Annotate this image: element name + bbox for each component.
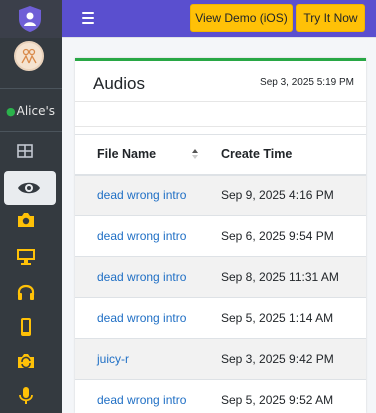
nav-view[interactable] — [4, 171, 56, 205]
try-it-now-button[interactable]: Try It Now — [296, 4, 365, 32]
create-time-cell: Sep 5, 2025 9:52 AM — [199, 379, 366, 413]
table-row[interactable]: dead wrong intro Sep 8, 2025 11:31 AM — [75, 256, 366, 298]
mobile-icon — [21, 318, 31, 336]
view-demo-button[interactable]: View Demo (iOS) — [190, 4, 293, 32]
card-timestamp: Sep 3, 2025 5:19 PM — [260, 77, 354, 88]
table-row[interactable]: juicy-r Sep 3, 2025 9:42 PM — [75, 338, 366, 380]
nav-front-camera[interactable] — [0, 345, 62, 379]
sidebar-divider — [0, 131, 62, 132]
create-time-cell: Sep 5, 2025 1:14 AM — [199, 297, 366, 339]
create-time-cell: Sep 6, 2025 9:54 PM — [199, 215, 366, 257]
camera-icon — [18, 213, 34, 227]
column-header-file-name[interactable]: File Name — [75, 134, 199, 176]
camera-rotate-icon — [18, 354, 34, 369]
nav-screen[interactable] — [0, 240, 62, 274]
column-header-label: File Name — [97, 147, 157, 162]
family-icon — [21, 48, 37, 64]
card-title: Audios — [93, 74, 145, 93]
nav-dashboard[interactable] — [0, 136, 62, 170]
device-user[interactable]: ●Alice's — [6, 104, 55, 118]
sidebar: ●Alice's — [0, 0, 62, 413]
eye-icon — [18, 182, 40, 194]
audios-card: Audios Sep 3, 2025 5:19 PM File Name Cre… — [75, 58, 366, 413]
nav-audio[interactable] — [0, 276, 62, 310]
audios-table: File Name Create Time dead wrong intro S… — [75, 134, 366, 413]
nav-microphone[interactable] — [0, 380, 62, 413]
file-name-link[interactable]: dead wrong intro — [75, 379, 199, 413]
file-name-link[interactable]: dead wrong intro — [75, 256, 199, 298]
apple-icon: ● — [6, 105, 16, 118]
table-row[interactable]: dead wrong intro Sep 5, 2025 9:52 AM — [75, 379, 366, 413]
create-time-cell: Sep 8, 2025 11:31 AM — [199, 256, 366, 298]
table-header-row: File Name Create Time — [75, 134, 366, 176]
card-divider — [75, 126, 366, 127]
microphone-icon — [19, 387, 33, 404]
headphones-icon — [17, 284, 35, 300]
device-user-name: Alice's — [16, 104, 56, 118]
sort-icon — [192, 149, 198, 159]
shield-logo-icon — [19, 6, 41, 32]
brand-logo[interactable] — [0, 0, 62, 38]
table-row[interactable]: dead wrong intro Sep 6, 2025 9:54 PM — [75, 215, 366, 257]
file-name-link[interactable]: dead wrong intro — [75, 297, 199, 339]
file-name-link[interactable]: dead wrong intro — [75, 174, 199, 216]
nav-camera[interactable] — [0, 204, 62, 238]
table-row[interactable]: dead wrong intro Sep 9, 2025 4:16 PM — [75, 174, 366, 216]
hamburger-icon[interactable] — [82, 12, 94, 24]
sidebar-divider — [0, 88, 62, 89]
column-header-label: Create Time — [221, 147, 293, 162]
file-name-link[interactable]: dead wrong intro — [75, 215, 199, 257]
dashboard-icon — [17, 144, 33, 158]
card-divider — [75, 101, 366, 102]
nav-phone[interactable] — [0, 311, 62, 345]
table-row[interactable]: dead wrong intro Sep 5, 2025 1:14 AM — [75, 297, 366, 339]
avatar[interactable] — [14, 41, 44, 71]
create-time-cell: Sep 3, 2025 9:42 PM — [199, 338, 366, 380]
column-header-create-time[interactable]: Create Time — [199, 134, 366, 176]
file-name-link[interactable]: juicy-r — [75, 338, 199, 380]
create-time-cell: Sep 9, 2025 4:16 PM — [199, 174, 366, 216]
desktop-icon — [17, 249, 35, 265]
